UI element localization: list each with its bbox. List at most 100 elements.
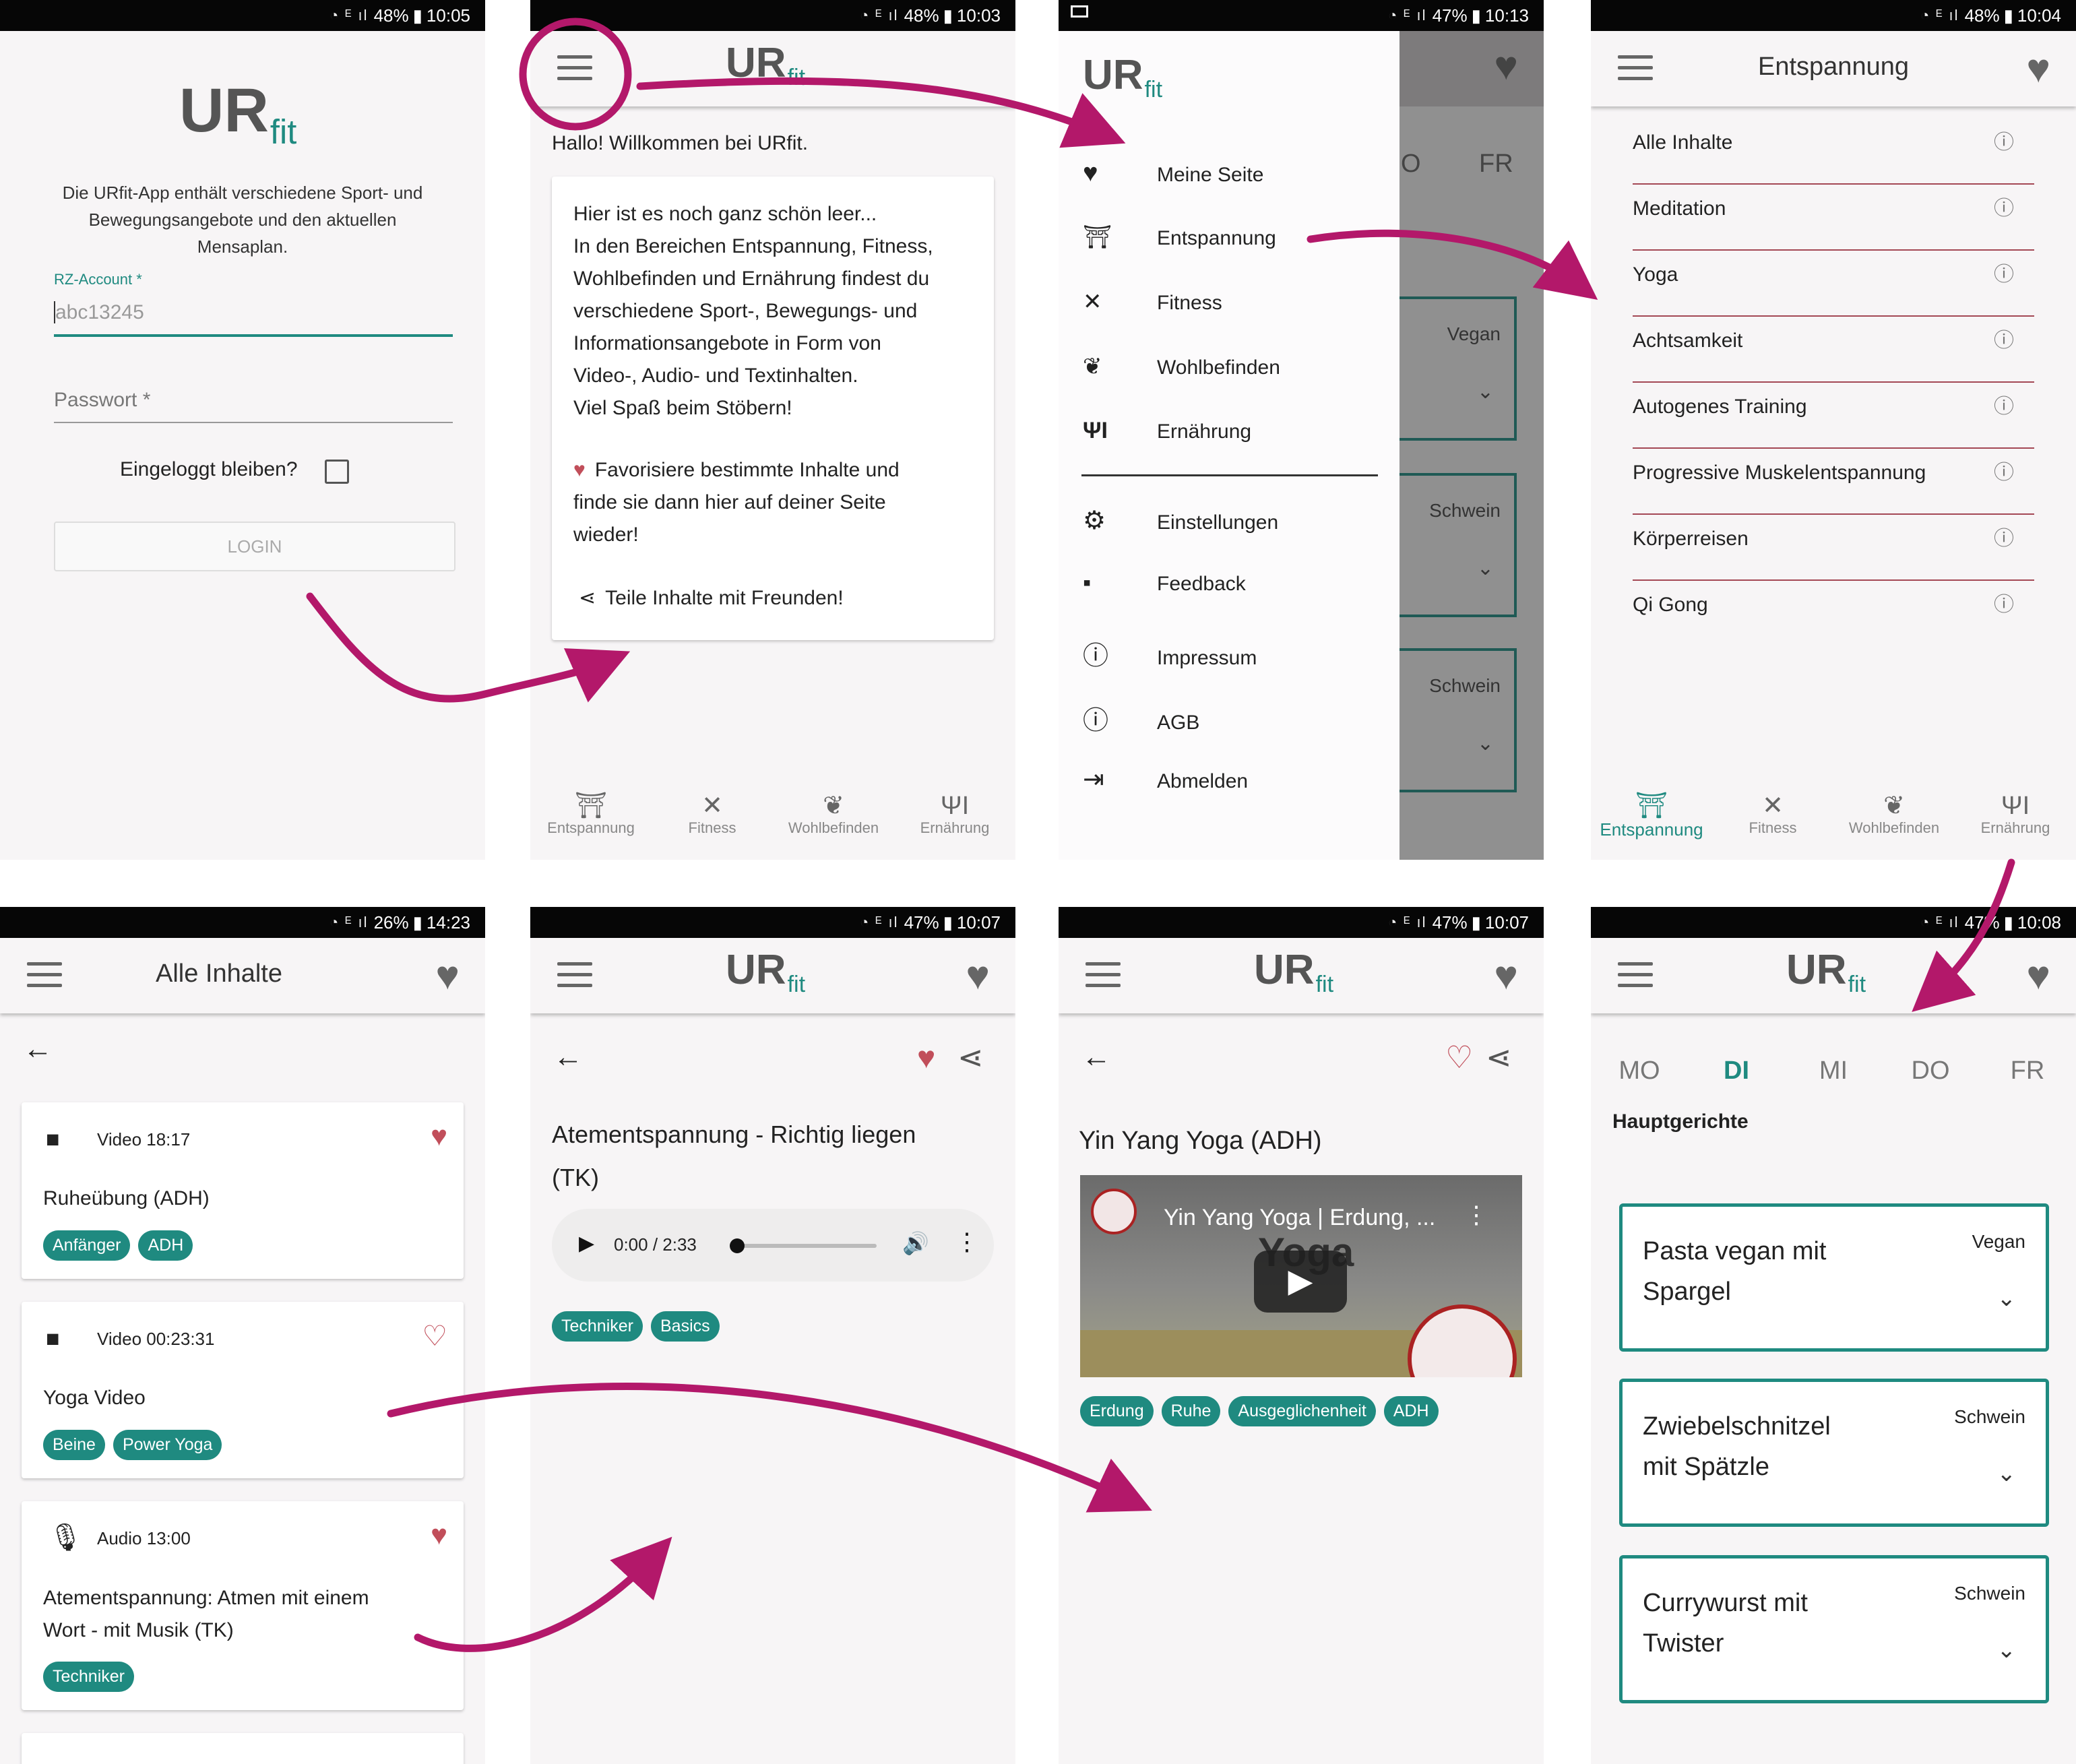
content-card[interactable]: 🎙 Audio 13:00 ♥ Atementspannung: Atmen m… [22, 1501, 464, 1710]
tab-di[interactable]: DI [1688, 1057, 1785, 1085]
clock: 10:07 [1484, 912, 1529, 933]
more-options-icon[interactable]: ⋮ [1464, 1201, 1488, 1229]
nav-ernaehrung[interactable]: ΨI Ernährung [894, 779, 1015, 860]
category-item[interactable]: Alle Inhalte ⓘ [1633, 119, 2034, 185]
play-icon[interactable]: ▶ [579, 1232, 594, 1255]
back-arrow-icon[interactable]: ← [1081, 1040, 1111, 1074]
account-input[interactable]: abc13245 [54, 296, 453, 337]
tag-chip[interactable]: Power Yoga [113, 1430, 222, 1460]
tag-chip[interactable]: Ruhe [1161, 1396, 1221, 1426]
chevron-down-icon[interactable]: ⌄ [1997, 1637, 2017, 1664]
tab-mo[interactable]: MO [1591, 1057, 1688, 1085]
nav-wohlbefinden[interactable]: ❦ Wohlbefinden [1833, 779, 1955, 860]
nav-entspannung[interactable]: ⛩ Entspannung [530, 779, 652, 860]
back-arrow-icon[interactable]: ← [553, 1040, 583, 1074]
category-item[interactable]: Progressive Muskelentspannung ⓘ [1633, 449, 2034, 515]
category-item[interactable]: Achtsamkeit ⓘ [1633, 317, 2034, 383]
tag-chip[interactable]: ADH [1383, 1396, 1439, 1426]
tab-fr[interactable]: FR [1979, 1057, 2076, 1085]
drawer-item-agb[interactable]: ⓘ AGB [1083, 699, 1199, 736]
info-icon[interactable]: ⓘ [1994, 581, 2014, 629]
heart-outline-icon[interactable]: ♡ [1445, 1039, 1473, 1075]
tag-chip[interactable]: Beine [43, 1430, 105, 1460]
drawer-item-einstellungen[interactable]: ⚙ Einstellungen [1083, 505, 1278, 536]
heart-icon[interactable]: ♥ [917, 1039, 935, 1075]
info-icon[interactable]: ⓘ [1994, 119, 2014, 167]
app-logo: URfit [1083, 52, 1163, 102]
meal-card[interactable]: Currywurst mit Twister Schwein ⌄ [1619, 1555, 2049, 1703]
content-card[interactable]: ■ Video 00:23:31 ♡ Yoga Video Beine Power… [22, 1302, 464, 1478]
drawer-item-abmelden[interactable]: ⇥ Abmelden [1083, 764, 1248, 794]
favorites-icon[interactable]: ♥ [1494, 955, 1518, 996]
info-icon[interactable]: ⓘ [1994, 185, 2014, 233]
heart-outline-icon[interactable]: ♡ [422, 1319, 447, 1352]
tag-chip[interactable]: Techniker [43, 1662, 134, 1692]
tab-do[interactable]: DO [1882, 1057, 1979, 1085]
tag-chip[interactable]: ADH [138, 1230, 193, 1261]
category-item[interactable]: Autogenes Training ⓘ [1633, 383, 2034, 449]
info-icon[interactable]: ⓘ [1994, 449, 2014, 497]
login-button[interactable]: LOGIN [54, 522, 455, 571]
audio-seek-bar[interactable] [730, 1238, 877, 1253]
meditation-icon: ⛩ [1083, 224, 1112, 250]
category-item[interactable]: Körperreisen ⓘ [1633, 515, 2034, 581]
tab-mi[interactable]: MI [1785, 1057, 1882, 1085]
clock: 10:05 [426, 5, 470, 26]
favorites-icon[interactable]: ♥ [2026, 49, 2050, 89]
drawer-item-wohlbefinden[interactable]: ❦ Wohlbefinden [1083, 353, 1280, 380]
share-icon[interactable]: ⋖ [1486, 1039, 1512, 1075]
category-item[interactable]: Meditation ⓘ [1633, 185, 2034, 251]
drawer-item-feedback[interactable]: ▪ Feedback [1083, 570, 1246, 596]
info-icon[interactable]: ⓘ [1994, 317, 2014, 365]
nav-entspannung[interactable]: ⛩ Entspannung [1591, 779, 1712, 860]
info-icon[interactable]: ⓘ [1994, 383, 2014, 431]
chevron-down-icon[interactable]: ⌄ [1997, 1285, 2017, 1312]
remember-checkbox[interactable] [325, 460, 349, 484]
menu-icon[interactable] [557, 55, 592, 82]
tag-chip[interactable]: Techniker [552, 1311, 643, 1342]
content-card[interactable]: ■ Video 18:17 ♥ Ruheübung (ADH) Anfänger… [22, 1102, 464, 1279]
back-arrow-icon[interactable]: ← [23, 1032, 53, 1066]
favorites-icon[interactable]: ♥ [966, 955, 990, 996]
drawer-item-meine-seite[interactable]: ♥ Meine Seite [1083, 159, 1263, 188]
heart-icon[interactable]: ♥ [431, 1519, 447, 1551]
heart-icon: ♥ [573, 459, 586, 481]
volume-icon[interactable]: 🔊 [902, 1230, 929, 1256]
favorites-icon[interactable]: ♥ [2026, 955, 2050, 996]
meal-card[interactable]: Zwiebelschnitzel mit Spätzle Schwein ⌄ [1619, 1379, 2049, 1527]
nav-wohlbefinden[interactable]: ❦ Wohlbefinden [773, 779, 894, 860]
chevron-down-icon[interactable]: ⌄ [1997, 1460, 2017, 1487]
password-input[interactable]: Passwort * [54, 384, 453, 423]
app-bar: URfit ♥ [530, 938, 1015, 1013]
menu-icon[interactable] [557, 962, 592, 989]
status-bar: ◔ ᴱ ıl 26% ▮ 14:23 [0, 907, 485, 938]
favorites-icon[interactable]: ♥ [435, 955, 460, 996]
menu-icon[interactable] [1086, 962, 1121, 989]
seek-handle[interactable] [730, 1238, 745, 1253]
more-options-icon[interactable]: ⋮ [955, 1228, 979, 1256]
tag-chip[interactable]: Ausgeglichenheit [1228, 1396, 1376, 1426]
content-card[interactable] [22, 1733, 464, 1764]
drawer-item-fitness[interactable]: ✕ Fitness [1083, 288, 1222, 315]
dimmed-day-fr: FR [1479, 150, 1513, 178]
heart-icon[interactable]: ♥ [431, 1120, 447, 1152]
info-icon[interactable]: ⓘ [1994, 515, 2014, 563]
video-player[interactable]: Yin Yang Yoga | Erdung, ... ⋮ Yoga ▶ [1080, 1175, 1522, 1377]
info-icon[interactable]: ⓘ [1994, 251, 2014, 299]
tag-chip[interactable]: Erdung [1080, 1396, 1154, 1426]
nav-ernaehrung[interactable]: ΨI Ernährung [1955, 779, 2076, 860]
menu-icon[interactable] [1618, 962, 1653, 989]
share-icon[interactable]: ⋖ [957, 1039, 984, 1075]
category-item[interactable]: Qi Gong ⓘ [1633, 581, 2034, 645]
drawer-item-impressum[interactable]: ⓘ Impressum [1083, 635, 1257, 672]
tag-chip[interactable]: Basics [651, 1311, 720, 1342]
drawer-item-entspannung[interactable]: ⛩ Entspannung [1083, 224, 1276, 251]
tag-chip[interactable]: Anfänger [43, 1230, 131, 1261]
nav-fitness[interactable]: ✕ Fitness [1712, 779, 1833, 860]
nav-fitness[interactable]: ✕ Fitness [652, 779, 773, 860]
meal-card[interactable]: Pasta vegan mit Spargel Vegan ⌄ [1619, 1203, 2049, 1352]
category-item[interactable]: Yoga ⓘ [1633, 251, 2034, 317]
play-button[interactable]: ▶ [1254, 1251, 1347, 1313]
app-logo: URfit [726, 40, 806, 90]
drawer-item-ernaehrung[interactable]: ΨI Ernährung [1083, 418, 1251, 444]
